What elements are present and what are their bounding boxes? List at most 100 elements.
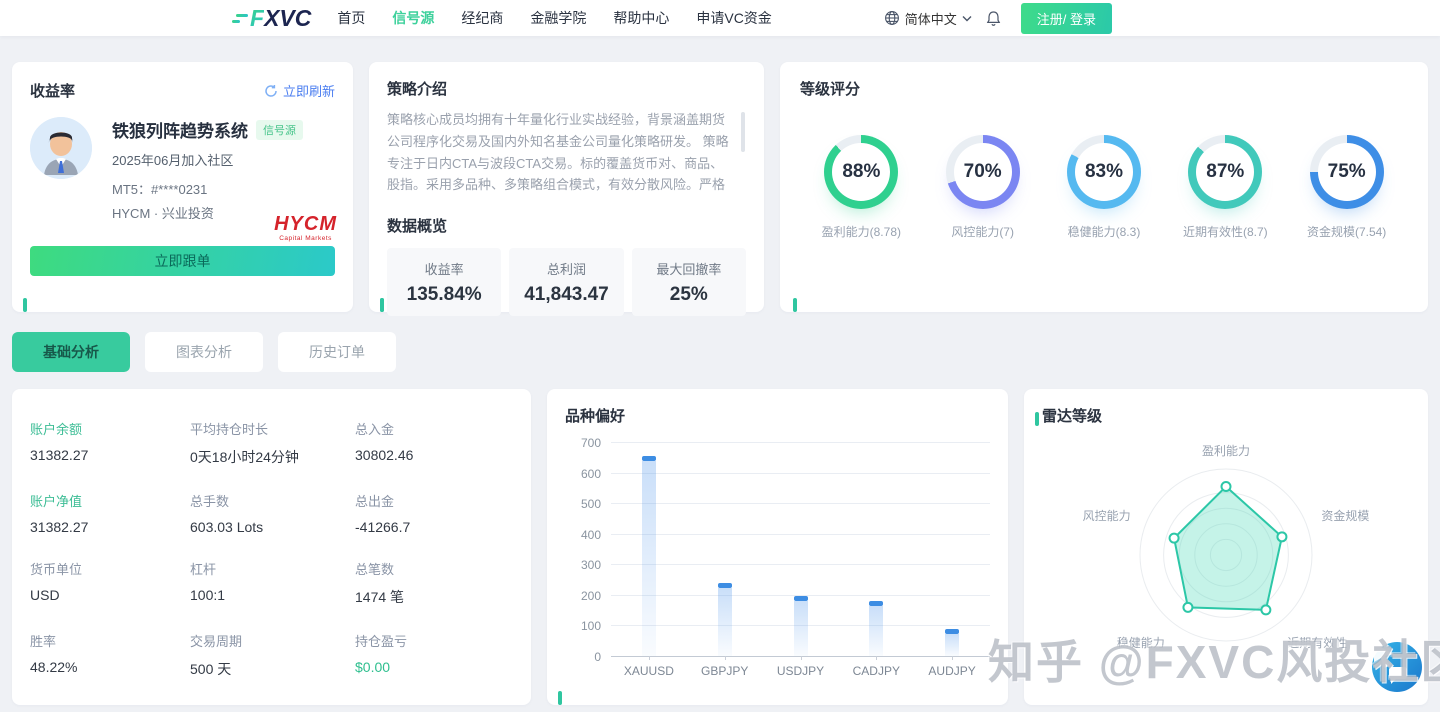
gridline-700 — [611, 442, 990, 443]
nav-item-vc-funding[interactable]: 申请VC资金 — [696, 8, 771, 28]
y-tick-label: 300 — [580, 558, 601, 573]
radar-vertex-2 — [1260, 604, 1272, 616]
stat-label: 平均持仓时长 — [190, 422, 269, 437]
notification-bell-icon[interactable] — [986, 10, 1001, 27]
barchart-title: 品种偏好 — [558, 405, 990, 705]
metrics-row: 收益率 135.84% 总利润 41,843.47 最大回撤率 25% — [387, 248, 746, 316]
gauge-percent: 83% — [1074, 143, 1133, 201]
radar-card: 雷达等级 盈利能力 资金规模 近期有效性 稳健能力 风控能力 — [1024, 389, 1428, 705]
radar-vertex-4 — [1168, 532, 1180, 544]
strategy-description[interactable]: 策略核心成员均拥有十年量化行业实战经验，背景涵盖期货公司程序化交易及国内外知名基… — [387, 109, 746, 199]
nav-item-home[interactable]: 首页 — [337, 8, 365, 28]
follow-now-button[interactable]: 立即跟单 — [30, 246, 335, 276]
stat-label: 总笔数 — [355, 562, 395, 577]
stat-value: $0.00 — [355, 659, 391, 675]
stat-value: -41266.7 — [355, 519, 411, 535]
stat-label: 交易周期 — [190, 634, 243, 649]
bar-body — [717, 587, 732, 656]
title-accent-bar — [793, 298, 797, 312]
language-selector[interactable]: 简体中文 — [884, 9, 972, 28]
radar-vertex-3 — [1182, 601, 1194, 613]
stat-label: 总入金 — [355, 422, 395, 437]
nav-item-brokers[interactable]: 经纪商 — [461, 8, 503, 28]
stat-value: 48.22% — [30, 659, 78, 675]
chevron-down-icon — [962, 15, 972, 21]
gauge-label: 盈利能力(8.78) — [821, 225, 901, 239]
radar-chart[interactable]: 盈利能力资金规模近期有效性 稳健能力 风控能力 — [1024, 389, 1428, 705]
x-tick — [648, 656, 650, 660]
gauge-ring: 70% — [945, 135, 1020, 209]
account-stats-card: 账户余额 31382.27 平均持仓时长 0天18小时24分钟 总入金 30802.46 账… — [12, 389, 531, 705]
x-label-cadjpy: CADJPY — [852, 664, 900, 678]
stat-value: 500 天 — [190, 661, 232, 677]
analysis-tabs: 基础分析 图表分析 历史订单 — [12, 332, 1428, 372]
tab-order-history[interactable]: 历史订单 — [278, 332, 396, 372]
y-tick-label: 600 — [580, 466, 601, 481]
metric-value: 25% — [669, 283, 708, 305]
gauge-label: 风控能力(7) — [951, 225, 1014, 239]
nav-item-academy[interactable]: 金融学院 — [530, 8, 586, 28]
stats-grid: 账户余额 31382.27 平均持仓时长 0天18小时24分钟 总入金 30802.46 账… — [30, 419, 513, 679]
bar-cadjpy[interactable] — [869, 600, 884, 656]
stat-label: 胜率 — [30, 634, 57, 649]
radar-axis-label-3: 稳健能力 — [1117, 635, 1165, 650]
stat-total-lots: 总手数 603.03 Lots — [190, 491, 355, 535]
bar-chart[interactable]: 0 100 200 300 400 500 600 700 — [581, 436, 990, 664]
x-tick — [952, 656, 954, 660]
radar-vertex-0 — [1220, 481, 1232, 493]
gauge-percent: 70% — [953, 143, 1012, 201]
bar-body — [641, 460, 656, 656]
gauge-stability: 83% 稳健能力(8.3) — [1044, 135, 1164, 240]
nav-item-signals[interactable]: 信号源 — [392, 8, 434, 28]
stat-label: 持仓盈亏 — [355, 634, 408, 649]
gauge-label: 稳健能力(8.3) — [1067, 225, 1141, 239]
joined-date: 2025年06月加入社区 — [112, 153, 234, 168]
profile-card: 收益率 立即刷新 铁狼列阵趋势系统 信号源 2025年06月加入社区 MT5：#… — [12, 62, 353, 312]
bar-body — [945, 633, 960, 656]
nav-right-group: 简体中文 注册/ 登录 — [884, 2, 1112, 34]
x-label-usdjpy: USDJPY — [776, 664, 825, 678]
stat-value: 603.03 Lots — [190, 519, 264, 535]
register-login-button[interactable]: 注册/ 登录 — [1020, 2, 1112, 34]
gauge-percent: 88% — [832, 143, 891, 201]
refresh-button[interactable]: 立即刷新 — [264, 81, 335, 100]
nav-item-help[interactable]: 帮助中心 — [613, 8, 669, 28]
stat-value: 31382.27 — [30, 447, 89, 463]
gauge-percent: 75% — [1317, 143, 1376, 201]
bar-gbpjpy[interactable] — [717, 582, 732, 656]
avatar — [30, 117, 92, 179]
y-tick-label: 400 — [580, 527, 601, 542]
stat-floating-pnl: 持仓盈亏 $0.00 — [355, 631, 513, 679]
metric-value: 135.84% — [406, 283, 482, 305]
metric-label: 最大回撤率 — [656, 261, 722, 277]
tab-chart-analysis[interactable]: 图表分析 — [145, 332, 263, 372]
tab-basic-analysis[interactable]: 基础分析 — [12, 332, 130, 372]
x-tick — [800, 656, 802, 660]
globe-icon — [884, 11, 899, 25]
radar-axis-label-4: 风控能力 — [1083, 509, 1131, 523]
bar-usdjpy[interactable] — [793, 596, 808, 656]
fxvc-logo[interactable]: F XVC — [232, 4, 311, 32]
stat-avg-holding-time: 平均持仓时长 0天18小时24分钟 — [190, 419, 355, 467]
gridline-600 — [611, 472, 990, 474]
stat-label: 账户净值 — [30, 494, 83, 509]
logo-accent-letter: F — [250, 4, 265, 31]
gridline-500 — [611, 503, 990, 505]
metric-label: 总利润 — [546, 261, 586, 277]
stat-win-rate: 胜率 48.22% — [30, 631, 190, 679]
stat-label: 总手数 — [190, 494, 230, 509]
strategy-card-title: 策略介绍 — [380, 78, 746, 312]
analysis-row: 账户余额 31382.27 平均持仓时长 0天18小时24分钟 总入金 30802.46 账… — [12, 389, 1428, 705]
stat-value: 30802.46 — [355, 447, 414, 463]
chat-fab-button[interactable] — [1370, 640, 1422, 692]
stat-label: 杠杆 — [190, 562, 217, 577]
radar-title: 雷达等级 — [1035, 405, 1410, 426]
stat-value: 0天18小时24分钟 — [190, 449, 299, 465]
signal-name: 铁狼列阵趋势系统 — [112, 122, 248, 141]
bar-audjpy[interactable] — [945, 628, 960, 656]
stat-total-trades: 总笔数 1474 笔 — [355, 559, 513, 607]
x-label-audjpy: AUDJPY — [928, 664, 976, 678]
gauge-capital-scale: 75% 资金规模(7.54) — [1287, 135, 1407, 240]
bar-xauusd[interactable] — [641, 455, 656, 656]
scrollbar-thumb[interactable] — [741, 112, 745, 152]
